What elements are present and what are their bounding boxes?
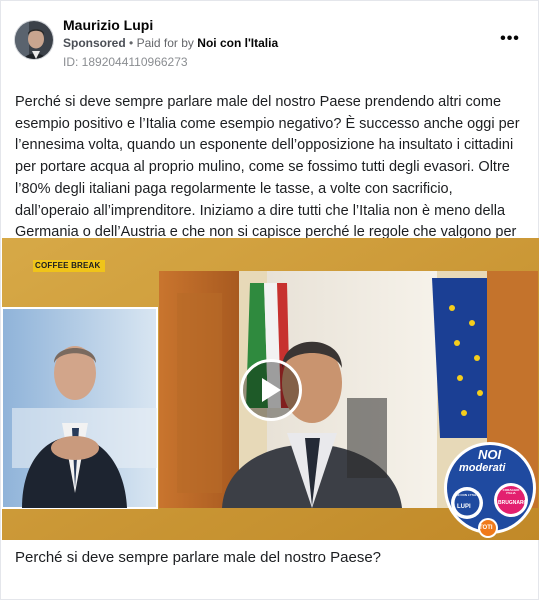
sponsor-line: Sponsored • Paid for by Noi con l'Italia — [63, 36, 278, 50]
more-options-button[interactable]: ••• — [498, 29, 522, 49]
logo-text-top: NOI — [478, 447, 502, 462]
play-icon — [262, 378, 281, 402]
play-button[interactable] — [240, 359, 302, 421]
sponsored-label: Sponsored — [63, 36, 126, 50]
ad-post-card: Maurizio Lupi Sponsored • Paid for by No… — [0, 0, 539, 600]
separator-dot: • — [129, 36, 137, 50]
logo-text-left-sub: NOI CON L'ITALIA — [454, 493, 480, 497]
logo-text-right-sub: CORAGGIO ITALIA — [502, 488, 520, 495]
logo-text-right: BRUGNARO — [498, 500, 528, 506]
author-name[interactable]: Maurizio Lupi — [63, 17, 153, 33]
more-options-icon: ••• — [500, 30, 520, 47]
logo-text-left: LUPI — [457, 504, 471, 510]
logo-text-bottom: TOTI — [479, 525, 493, 531]
avatar-photo — [15, 21, 53, 59]
studio-presenter-frame — [2, 307, 158, 509]
payer-name[interactable]: Noi con l'Italia — [197, 36, 278, 50]
author-avatar[interactable] — [14, 20, 54, 60]
paid-for-label: Paid for by — [136, 36, 194, 50]
video-player[interactable]: COFFEE BREAK NOI moderati NOI CON L'ITAL… — [2, 238, 539, 540]
ad-id: ID: 1892044110966273 — [63, 55, 188, 69]
logo-text-main: moderati — [459, 462, 506, 474]
video-caption[interactable]: Perché si deve sempre parlare male del n… — [15, 549, 381, 566]
coffee-break-label: COFFEE BREAK — [35, 261, 101, 270]
